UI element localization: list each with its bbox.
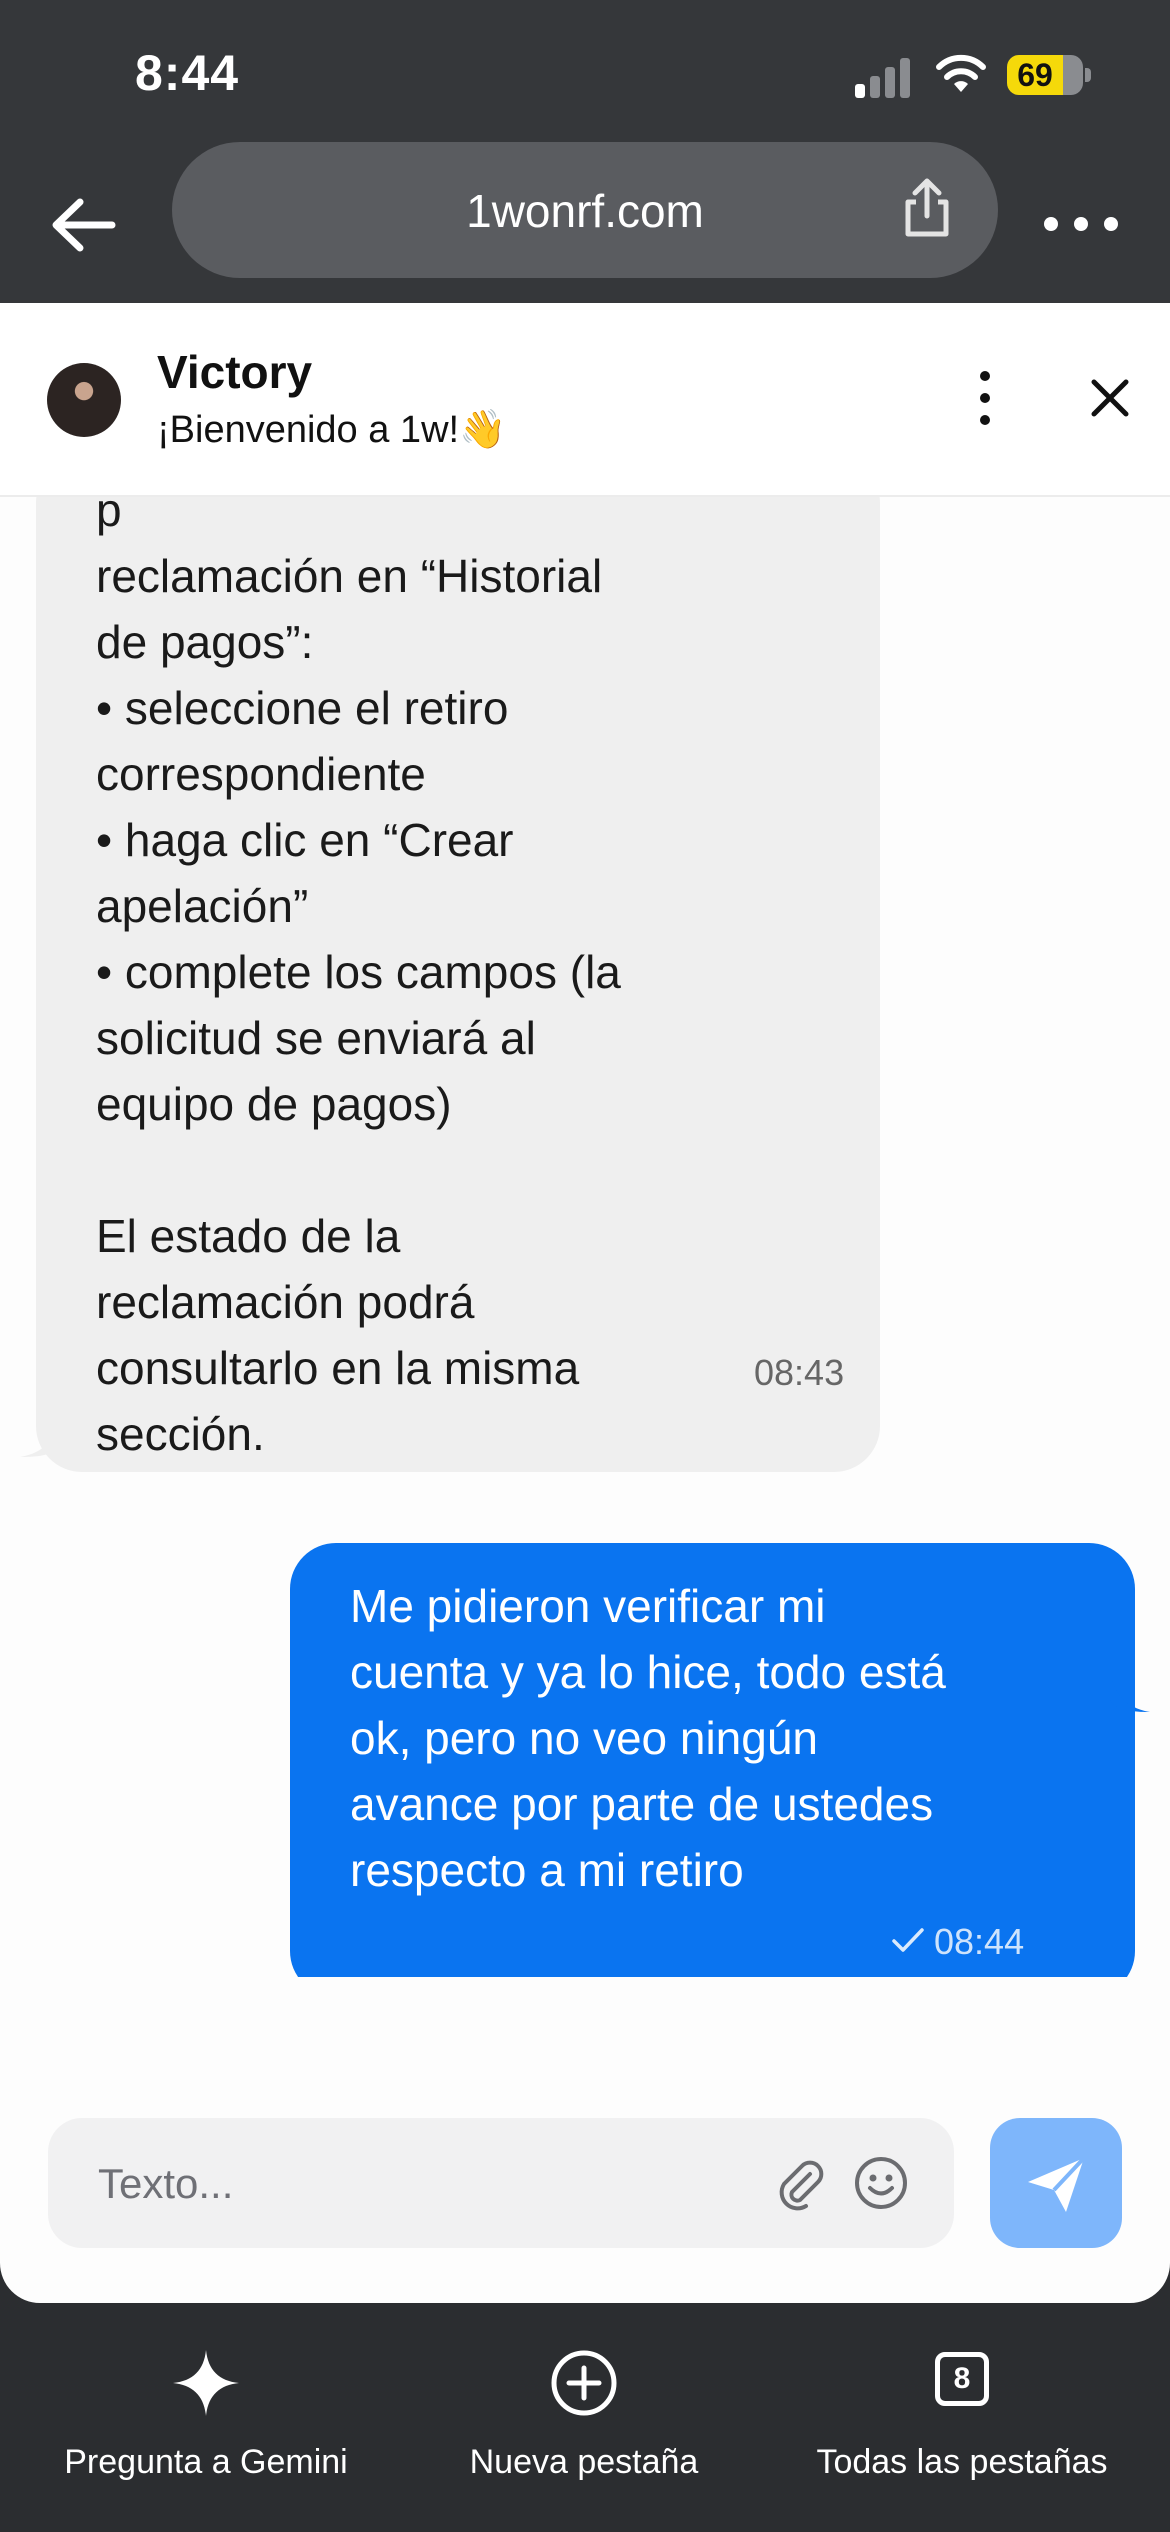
nav-new-tab-label: Nueva pestaña — [469, 2443, 699, 2481]
battery-empty-area — [1060, 55, 1083, 95]
close-icon[interactable] — [1080, 368, 1140, 428]
nav-all-tabs[interactable]: 8 Todas las pestañas — [772, 2348, 1152, 2498]
sparkle-icon — [173, 2350, 239, 2416]
incoming-message: p reclamación en “Historial de pagos”: •… — [36, 497, 880, 1472]
wifi-icon — [936, 54, 986, 92]
tabs-icon: 8 — [927, 2348, 997, 2418]
outgoing-message-text: Me pidieron verificar mi cuenta y ya lo … — [350, 1580, 946, 1896]
back-arrow-icon[interactable] — [40, 180, 130, 270]
send-icon — [1028, 2156, 1086, 2212]
tabs-count: 8 — [935, 2352, 989, 2406]
outgoing-message: Me pidieron verificar mi cuenta y ya lo … — [290, 1543, 1135, 1977]
status-bar: 8:44 69 — [0, 0, 1170, 140]
status-time: 8:44 — [135, 45, 240, 101]
battery-level: 69 — [1007, 55, 1063, 95]
url-text: 1wonrf.com — [466, 185, 704, 237]
battery-cap — [1085, 68, 1091, 82]
message-input[interactable] — [96, 2118, 750, 2250]
agent-subtitle: ¡Bienvenido a 1w!👋 — [157, 409, 507, 451]
more-options-icon[interactable] — [1040, 180, 1126, 266]
incoming-message-text: p reclamación en “Historial de pagos”: •… — [96, 497, 621, 1460]
outgoing-bubble-tail — [1110, 1672, 1150, 1712]
incoming-bubble-tail — [20, 1417, 60, 1457]
nav-all-tabs-label: Todas las pestañas — [816, 2443, 1108, 2481]
chat-widget: Victory ¡Bienvenido a 1w!👋 p reclamación… — [0, 303, 1170, 2303]
incoming-message-time: 08:43 — [754, 1352, 845, 1393]
browser-bottom-nav: Pregunta a Gemini Nueva pestaña 8 Todas … — [0, 2303, 1170, 2532]
share-icon[interactable] — [892, 174, 962, 244]
plus-circle-icon — [551, 2350, 617, 2416]
outgoing-message-time: 08:44 — [934, 1921, 1025, 1962]
message-composer — [48, 2118, 954, 2250]
cellular-signal-icon — [855, 56, 915, 98]
agent-name: Victory — [157, 346, 313, 398]
browser-toolbar: 1wonrf.com — [0, 140, 1170, 305]
agent-avatar — [47, 363, 121, 437]
nav-ask-gemini[interactable]: Pregunta a Gemini — [16, 2348, 396, 2498]
chat-menu-icon[interactable] — [960, 363, 1010, 433]
sent-check-icon — [892, 1928, 924, 1952]
nav-ask-gemini-label: Pregunta a Gemini — [64, 2443, 348, 2481]
address-bar[interactable]: 1wonrf.com — [172, 142, 998, 278]
emoji-icon[interactable] — [852, 2154, 910, 2212]
nav-new-tab[interactable]: Nueva pestaña — [394, 2348, 774, 2498]
chat-header: Victory ¡Bienvenido a 1w!👋 — [0, 303, 1170, 497]
message-list[interactable]: p reclamación en “Historial de pagos”: •… — [0, 497, 1170, 1977]
paperclip-icon[interactable] — [772, 2156, 828, 2212]
send-button[interactable] — [990, 2118, 1122, 2248]
